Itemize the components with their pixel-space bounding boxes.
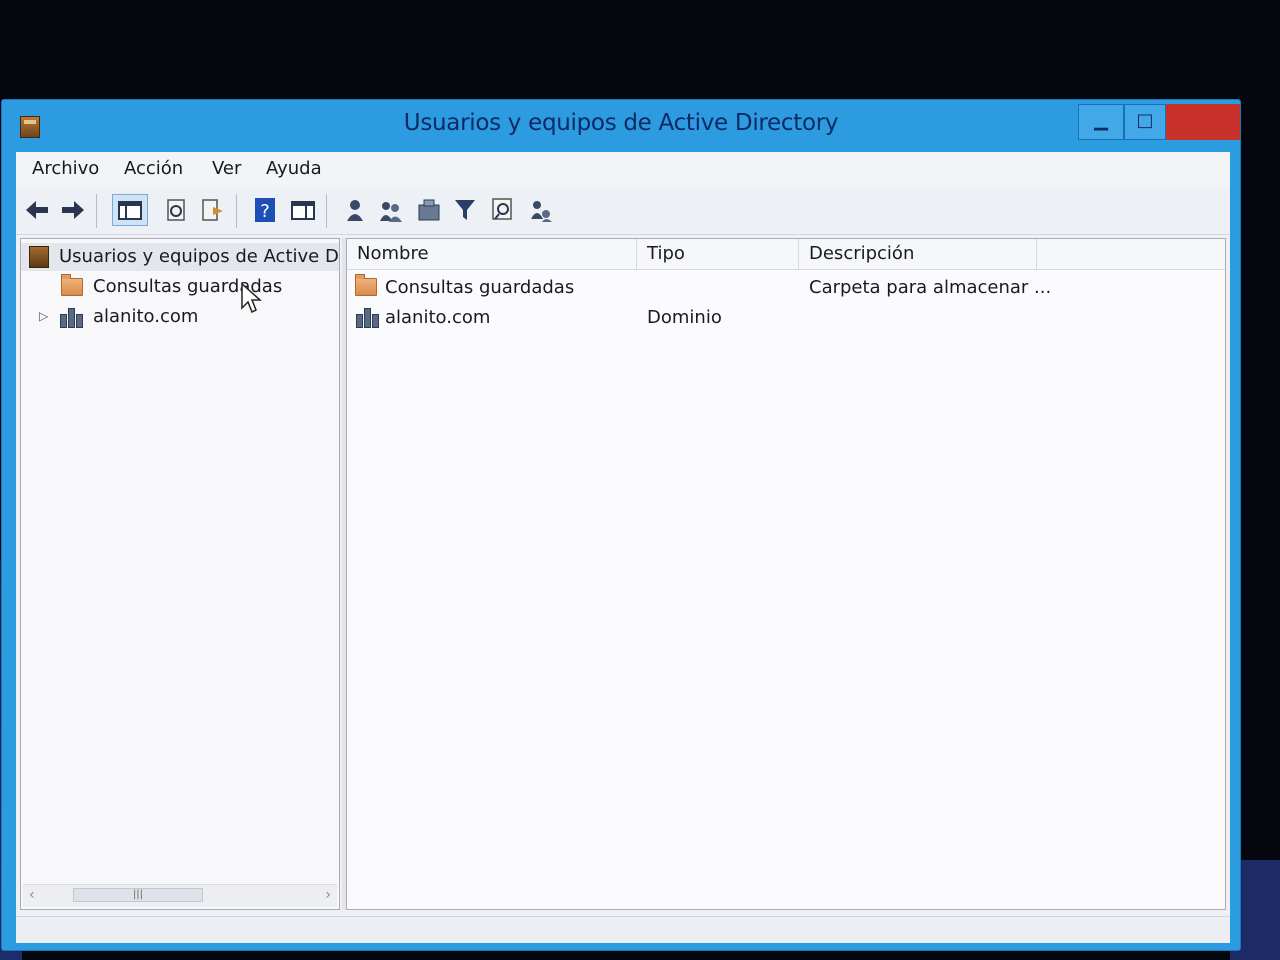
domain-icon xyxy=(355,306,381,328)
menu-archivo[interactable]: Archivo xyxy=(30,158,101,179)
list-header: Nombre Tipo Descripción xyxy=(347,239,1225,270)
scrollbar-thumb[interactable]: ||| xyxy=(73,888,203,902)
back-arrow-icon xyxy=(26,201,48,219)
title-bar[interactable]: Usuarios y equipos de Active Directory ▁… xyxy=(2,100,1240,152)
forward-button[interactable] xyxy=(58,194,88,226)
add-to-group-icon xyxy=(531,201,552,222)
new-ou-button[interactable] xyxy=(414,194,444,226)
show-pane-icon xyxy=(291,201,315,220)
close-button[interactable] xyxy=(1166,104,1240,140)
domain-icon xyxy=(59,306,85,328)
list-row-consultas-guardadas[interactable]: Consultas guardadas Carpeta para almacen… xyxy=(347,273,1225,303)
filter-icon xyxy=(455,200,475,220)
tree-item-label: alanito.com xyxy=(93,306,199,327)
maximize-button[interactable]: □ xyxy=(1124,104,1166,140)
toolbar-separator xyxy=(326,194,327,228)
console-tree-pane[interactable]: Usuarios y equipos de Active Dir Consult… xyxy=(20,238,340,910)
folder-icon xyxy=(61,274,83,296)
column-header-tipo[interactable]: Tipo xyxy=(637,239,799,269)
row-name: Consultas guardadas xyxy=(385,277,575,298)
toolbar-separator xyxy=(96,194,97,228)
row-name: alanito.com xyxy=(385,307,491,328)
export-list-button[interactable] xyxy=(198,194,228,226)
scroll-right-icon[interactable]: › xyxy=(325,887,331,903)
expand-arrow-icon[interactable]: ▷ xyxy=(39,309,48,323)
scroll-left-icon[interactable]: ‹ xyxy=(29,887,35,903)
minimize-button[interactable]: ▁ xyxy=(1078,104,1124,140)
menu-bar: Archivo Acción Ver Ayuda xyxy=(16,152,1230,188)
row-type: Dominio xyxy=(647,307,722,328)
forward-arrow-icon xyxy=(62,201,84,219)
column-header-descripcion[interactable]: Descripción xyxy=(799,239,1037,269)
folder-icon xyxy=(355,274,377,296)
menu-ver[interactable]: Ver xyxy=(210,158,243,179)
toolbar: ? xyxy=(16,188,1230,235)
show-hide-pane-button[interactable] xyxy=(288,194,318,226)
active-directory-icon xyxy=(29,246,49,268)
column-header-nombre[interactable]: Nombre xyxy=(347,239,637,269)
new-ou-icon xyxy=(418,199,440,221)
new-user-button[interactable] xyxy=(340,194,370,226)
new-group-icon xyxy=(380,202,402,222)
client-area: Archivo Acción Ver Ayuda ? Usuarios y eq… xyxy=(16,152,1230,943)
add-to-group-button[interactable] xyxy=(526,194,556,226)
arrow-cursor-icon xyxy=(241,282,262,314)
new-user-icon xyxy=(347,200,363,221)
toolbar-separator xyxy=(236,194,237,228)
refresh-button[interactable] xyxy=(162,194,192,226)
back-button[interactable] xyxy=(22,194,52,226)
row-description: Carpeta para almacenar ... xyxy=(809,277,1052,298)
mmc-window: Usuarios y equipos de Active Directory ▁… xyxy=(2,100,1240,950)
list-row-alanito-com[interactable]: alanito.com Dominio xyxy=(347,303,1225,333)
window-title: Usuarios y equipos de Active Directory xyxy=(403,110,839,136)
filter-button[interactable] xyxy=(450,194,480,226)
maximize-icon: □ xyxy=(1136,110,1154,131)
find-icon xyxy=(492,198,512,220)
console-tree-button[interactable] xyxy=(112,194,148,226)
tree-horizontal-scrollbar[interactable]: ‹ ||| › xyxy=(23,884,337,907)
refresh-icon xyxy=(167,199,185,221)
status-bar xyxy=(16,916,1230,943)
help-icon: ? xyxy=(255,198,275,222)
help-button[interactable]: ? xyxy=(250,194,280,226)
details-list-pane[interactable]: Nombre Tipo Descripción Consultas guarda… xyxy=(346,238,1226,910)
console-tree-icon xyxy=(118,201,142,220)
find-button[interactable] xyxy=(488,194,518,226)
menu-accion[interactable]: Acción xyxy=(122,158,185,179)
export-list-icon xyxy=(202,199,223,221)
tree-root-label: Usuarios y equipos de Active Dir xyxy=(59,246,339,267)
svg-text:?: ? xyxy=(260,201,270,222)
tree-item-consultas-guardadas[interactable]: Consultas guardadas xyxy=(21,273,339,301)
tree-root[interactable]: Usuarios y equipos de Active Dir xyxy=(21,243,339,271)
new-group-button[interactable] xyxy=(376,194,406,226)
menu-ayuda[interactable]: Ayuda xyxy=(264,158,324,179)
tree-item-alanito-com[interactable]: ▷ alanito.com xyxy=(21,303,339,331)
minimize-icon: ▁ xyxy=(1094,110,1108,131)
